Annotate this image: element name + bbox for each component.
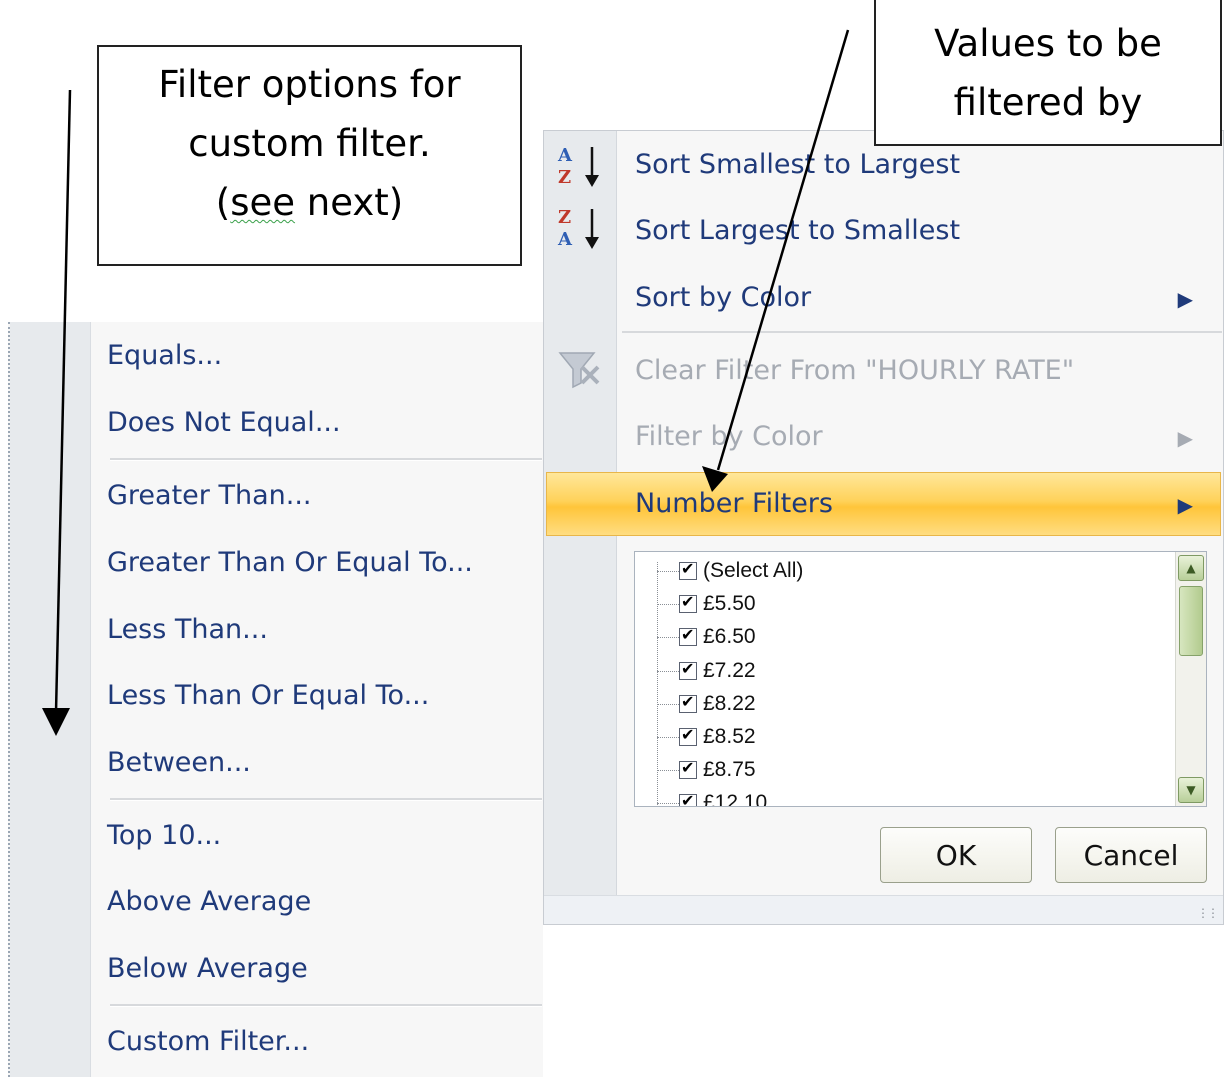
menu-separator xyxy=(110,458,542,461)
checkbox-checked[interactable] xyxy=(679,692,697,713)
menu-item-below-average[interactable]: Below Average xyxy=(107,953,308,984)
values-checklist[interactable]: (Select All) £5.50 £6.50 £7.22 £8.22 £8.… xyxy=(634,551,1207,807)
menu-separator xyxy=(110,1004,542,1007)
resize-grip-icon[interactable]: ⋮⋮ xyxy=(1197,906,1219,920)
callout-line: custom filter. xyxy=(188,122,431,165)
checkbox-checked[interactable] xyxy=(679,758,697,779)
value-label: £5.50 xyxy=(703,592,756,615)
value-row[interactable]: £8.52 xyxy=(657,722,756,752)
tree-dash xyxy=(657,736,679,738)
triangle-right-icon: ▶ xyxy=(1177,426,1193,450)
scroll-up-icon[interactable]: ▲ xyxy=(1178,555,1204,581)
callout-line: Filter options for xyxy=(158,63,461,106)
scroll-down-icon[interactable]: ▼ xyxy=(1178,777,1204,803)
value-label: £8.22 xyxy=(703,692,756,715)
menu-item-custom-filter[interactable]: Custom Filter... xyxy=(107,1026,309,1057)
tree-dash xyxy=(657,769,679,771)
checkbox-checked[interactable] xyxy=(679,725,697,746)
value-label: £6.50 xyxy=(703,625,756,648)
callout-text: ( xyxy=(215,181,231,224)
callout-values: Values to be filtered by xyxy=(874,0,1222,146)
value-row[interactable]: £12.10 xyxy=(657,788,768,807)
svg-text:Z: Z xyxy=(558,207,571,228)
tree-dash xyxy=(657,636,679,638)
tree-dash xyxy=(657,570,679,572)
callout-filter-options: Filter options for custom filter. (see n… xyxy=(97,45,522,266)
menu-separator xyxy=(622,331,1222,333)
menu-item-greater-than-or-equal[interactable]: Greater Than Or Equal To... xyxy=(107,547,473,578)
checkbox-checked[interactable] xyxy=(679,559,697,580)
checkbox-checked[interactable] xyxy=(679,659,697,680)
sort-z-to-a-icon: Z A xyxy=(554,203,604,257)
checkbox-checked[interactable] xyxy=(679,625,697,646)
number-filters-item[interactable]: Number Filters xyxy=(635,488,833,519)
menu-item-less-than-or-equal[interactable]: Less Than Or Equal To... xyxy=(107,680,429,711)
svg-text:A: A xyxy=(557,229,573,250)
triangle-right-icon: ▶ xyxy=(1177,493,1193,517)
checkbox-checked[interactable] xyxy=(679,791,697,806)
value-row[interactable]: £6.50 xyxy=(657,622,756,652)
triangle-right-icon: ▶ xyxy=(1177,287,1193,311)
sort-ascending-item[interactable]: Sort Smallest to Largest xyxy=(635,149,960,180)
value-label: £8.52 xyxy=(703,725,756,748)
values-scrollbar[interactable]: ▲ ▼ xyxy=(1175,552,1206,806)
clear-filter-icon xyxy=(554,345,604,399)
menu-item-greater-than[interactable]: Greater Than... xyxy=(107,480,311,511)
callout-text: see xyxy=(230,181,296,224)
value-row[interactable]: £8.75 xyxy=(657,755,756,785)
tree-dash xyxy=(657,703,679,705)
autofilter-menu: A Z Sort Smallest to Largest Z A Sort La… xyxy=(543,130,1224,925)
submenu-gutter xyxy=(10,322,91,1077)
resize-bar[interactable]: ⋮⋮ xyxy=(544,895,1223,924)
tree-dash xyxy=(657,603,679,605)
number-filters-submenu: Equals... Does Not Equal... Greater Than… xyxy=(8,322,543,1077)
callout-text: next) xyxy=(295,181,404,224)
tree-dash xyxy=(657,802,679,804)
callout-line: Values to be xyxy=(934,22,1162,65)
scroll-thumb[interactable] xyxy=(1179,586,1203,656)
menu-item-between[interactable]: Between... xyxy=(107,747,251,778)
value-label: £8.75 xyxy=(703,758,756,781)
sort-a-to-z-icon: A Z xyxy=(554,141,604,195)
value-row-select-all[interactable]: (Select All) xyxy=(657,556,803,586)
menu-item-top-10[interactable]: Top 10... xyxy=(107,820,221,851)
cancel-button[interactable]: Cancel xyxy=(1055,827,1207,883)
svg-text:A: A xyxy=(557,145,573,166)
ok-button[interactable]: OK xyxy=(880,827,1032,883)
callout-line: (see next) xyxy=(99,173,520,232)
sort-descending-item[interactable]: Sort Largest to Smallest xyxy=(635,215,960,246)
menu-item-less-than[interactable]: Less Than... xyxy=(107,614,268,645)
value-row[interactable]: £5.50 xyxy=(657,589,756,619)
menu-item-equals[interactable]: Equals... xyxy=(107,340,222,371)
callout-line: filtered by xyxy=(953,81,1143,124)
clear-filter-item[interactable]: Clear Filter From "HOURLY RATE" xyxy=(635,355,1074,386)
menu-item-does-not-equal[interactable]: Does Not Equal... xyxy=(107,407,341,438)
svg-text:Z: Z xyxy=(558,167,571,188)
value-row[interactable]: £7.22 xyxy=(657,656,756,686)
value-label: (Select All) xyxy=(703,559,804,582)
filter-by-color-item[interactable]: Filter by Color xyxy=(635,421,823,452)
menu-item-above-average[interactable]: Above Average xyxy=(107,886,311,917)
sort-by-color-item[interactable]: Sort by Color xyxy=(635,282,811,313)
tree-dash xyxy=(657,670,679,672)
value-row[interactable]: £8.22 xyxy=(657,689,756,719)
checkbox-checked[interactable] xyxy=(679,592,697,613)
value-label: £7.22 xyxy=(703,659,756,682)
menu-separator xyxy=(110,798,542,801)
value-label: £12.10 xyxy=(703,791,768,807)
